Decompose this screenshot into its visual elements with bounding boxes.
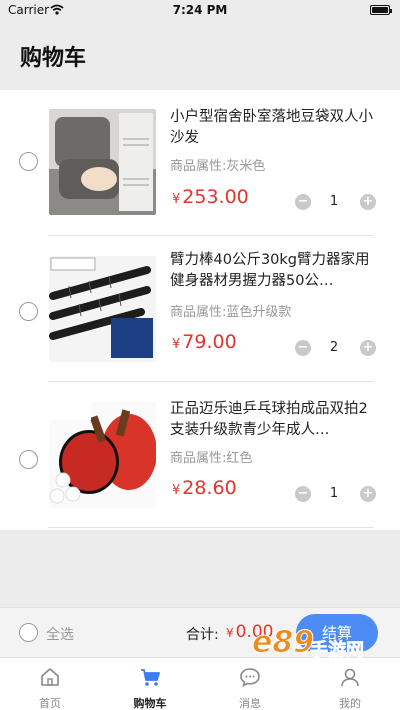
clock: 7:24 PM — [172, 3, 228, 17]
product-price: ¥28.60 — [172, 477, 237, 499]
page-title: 购物车 — [20, 46, 87, 71]
decrease-button[interactable]: − — [295, 194, 311, 210]
product-image[interactable] — [49, 402, 156, 508]
cart-icon — [141, 669, 160, 686]
tab-label: 消息 — [239, 697, 261, 710]
status-bar: Carrier 7:24 PM — [0, 0, 400, 22]
tab-profile[interactable]: 我的 — [300, 658, 400, 710]
price-value: 28.60 — [182, 477, 237, 499]
item-select-radio[interactable] — [19, 450, 38, 469]
tab-messages[interactable]: 消息 — [200, 658, 300, 710]
increase-button[interactable]: + — [360, 486, 376, 502]
quantity-stepper: − 2 + — [294, 340, 376, 358]
currency-symbol: ¥ — [172, 483, 181, 498]
arm-exerciser-image — [49, 256, 156, 362]
increase-button[interactable]: + — [360, 194, 376, 210]
price-value: 253.00 — [182, 186, 249, 208]
message-icon — [240, 668, 260, 688]
product-image[interactable] — [49, 109, 156, 215]
product-image[interactable] — [49, 256, 156, 362]
currency-symbol: ¥ — [172, 192, 181, 207]
product-price: ¥79.00 — [172, 331, 237, 353]
item-select-radio[interactable] — [19, 302, 38, 321]
product-attribute: 商品属性:红色 — [170, 451, 253, 466]
home-icon — [41, 668, 59, 686]
svg-text:e89: e89 — [252, 625, 314, 660]
increase-button[interactable]: + — [360, 340, 376, 356]
currency-symbol: ¥ — [226, 626, 234, 640]
watermark-logo: e89 手游网 — [250, 622, 380, 662]
product-title[interactable]: 臂力棒40公斤30kg臂力器家用健身器材男握力器50公… — [170, 250, 375, 292]
tab-home[interactable]: 首页 — [0, 658, 100, 710]
battery-icon — [370, 5, 392, 15]
product-attribute: 商品属性:灰米色 — [170, 159, 266, 174]
tab-label: 首页 — [39, 697, 61, 710]
total-label: 合计: — [186, 627, 219, 643]
cart-item: 小户型宿舍卧室落地豆袋双人小沙发 商品属性:灰米色 ¥253.00 − 1 + — [0, 90, 400, 236]
divider — [48, 527, 374, 528]
ping-pong-paddles-image — [49, 402, 156, 508]
quantity-value: 1 — [329, 194, 339, 209]
select-all-label[interactable]: 全选 — [46, 624, 74, 644]
tab-bar: 首页 购物车 消息 我的 — [0, 657, 400, 710]
sofa-image — [49, 109, 156, 215]
tab-cart[interactable]: 购物车 — [100, 658, 200, 710]
cart-item: 正品迈乐迪乒乓球拍成品双拍2支装升级款青少年成人… 商品属性:红色 ¥28.60… — [0, 382, 400, 528]
product-attribute: 商品属性:蓝色升级款 — [170, 305, 292, 320]
decrease-button[interactable]: − — [295, 486, 311, 502]
currency-symbol: ¥ — [172, 337, 181, 352]
quantity-stepper: − 1 + — [294, 486, 376, 504]
profile-icon — [341, 668, 359, 687]
tab-label: 我的 — [339, 697, 361, 710]
cart-item: 臂力棒40公斤30kg臂力器家用健身器材男握力器50公… 商品属性:蓝色升级款 … — [0, 236, 400, 382]
tab-label: 购物车 — [133, 697, 167, 710]
quantity-value: 1 — [329, 486, 339, 501]
decrease-button[interactable]: − — [295, 340, 311, 356]
item-select-radio[interactable] — [19, 152, 38, 171]
watermark-text: 手游网 — [310, 639, 364, 661]
price-value: 79.00 — [182, 331, 237, 353]
cart-list: 小户型宿舍卧室落地豆袋双人小沙发 商品属性:灰米色 ¥253.00 − 1 + — [0, 90, 400, 530]
quantity-value: 2 — [329, 340, 339, 355]
product-title[interactable]: 正品迈乐迪乒乓球拍成品双拍2支装升级款青少年成人… — [170, 399, 375, 441]
product-price: ¥253.00 — [172, 186, 249, 208]
product-title[interactable]: 小户型宿舍卧室落地豆袋双人小沙发 — [170, 107, 375, 149]
quantity-stepper: − 1 + — [294, 194, 376, 212]
select-all-radio[interactable] — [19, 623, 38, 642]
